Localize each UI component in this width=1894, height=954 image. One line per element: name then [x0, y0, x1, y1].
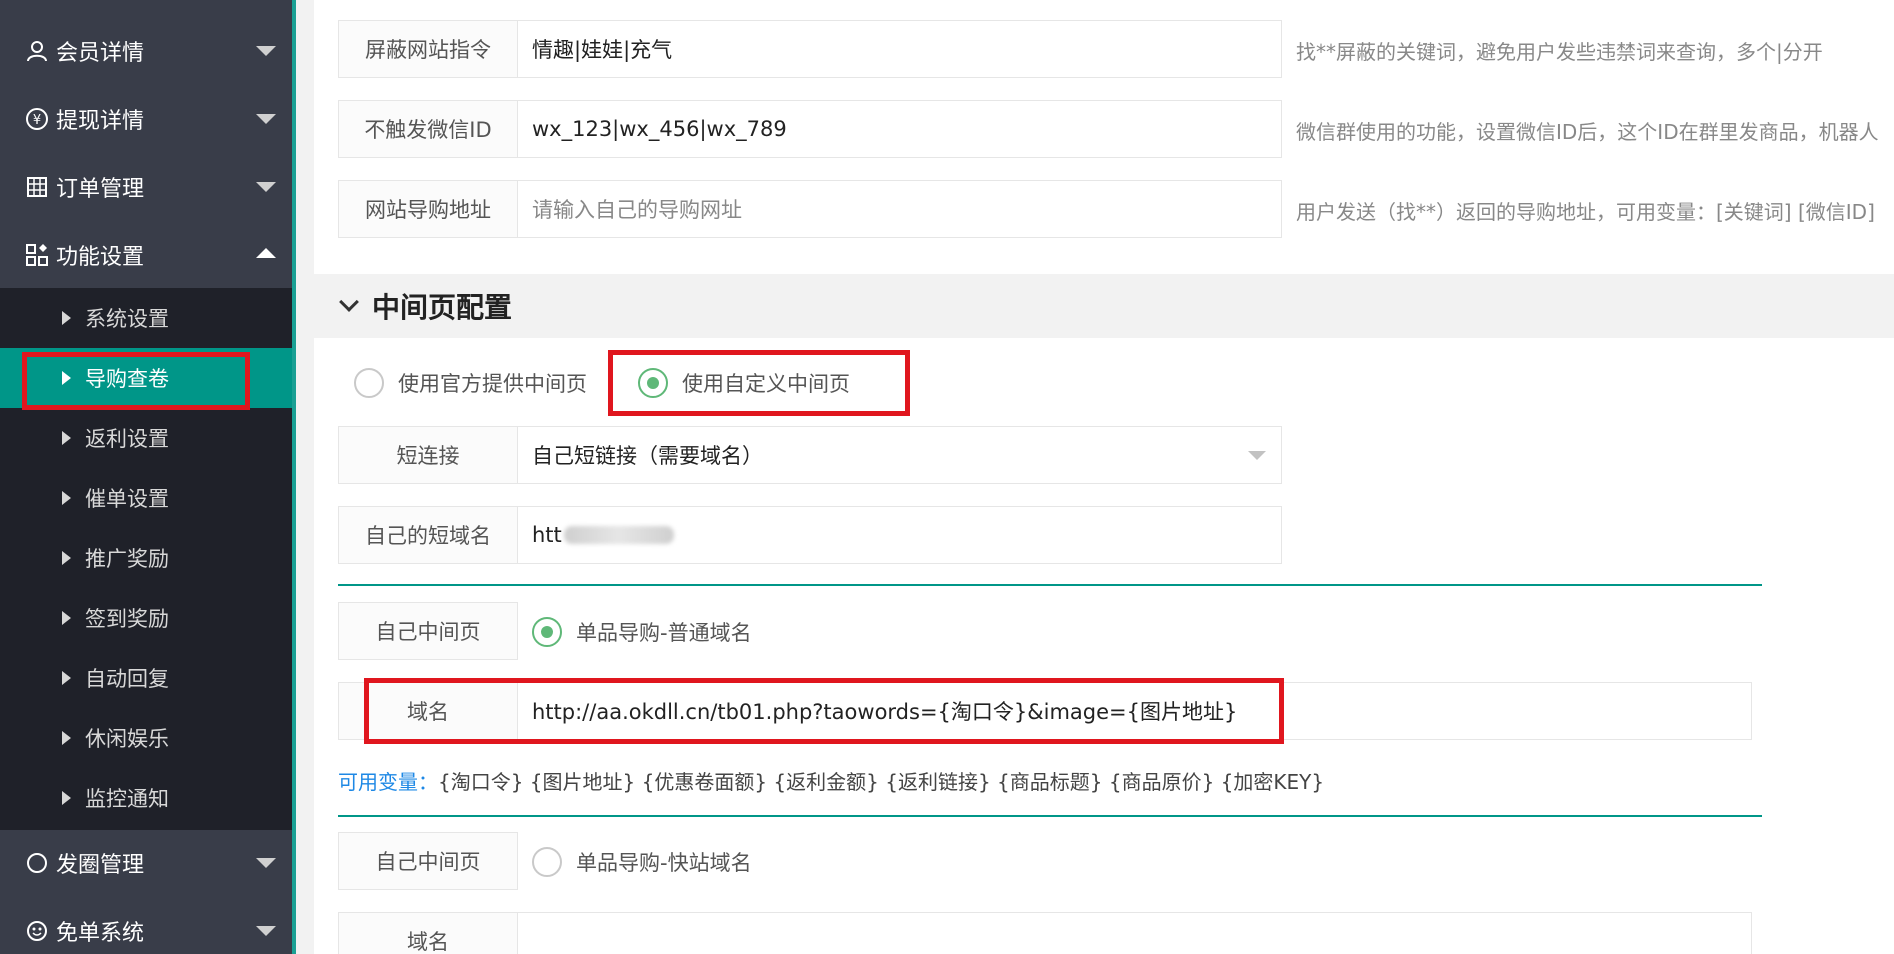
- dropdown-caret-icon: [1248, 451, 1266, 460]
- highlight-box: [608, 350, 910, 416]
- available-variables: 可用变量：{淘口令} {图片地址} {优惠卷面额} {返利金额} {返利链接} …: [338, 766, 1324, 795]
- highlight-box: [22, 352, 250, 410]
- submenu-system-settings[interactable]: 系统设置: [0, 288, 292, 348]
- nav-withdraw-details[interactable]: ¥ 提现详情: [0, 86, 292, 152]
- grid-icon: [24, 174, 50, 200]
- submenu-label: 系统设置: [85, 307, 169, 331]
- field-label: 屏蔽网站指令: [339, 21, 518, 77]
- submenu-label: 休闲娱乐: [85, 727, 169, 751]
- submenu-auto-reply[interactable]: 自动回复: [0, 648, 292, 708]
- radio-label: 使用官方提供中间页: [398, 372, 587, 396]
- nav-moments-management[interactable]: 发圈管理: [0, 830, 292, 896]
- submenu-label: 签到奖励: [85, 607, 169, 631]
- apps-icon: [24, 242, 50, 268]
- field-label: 自己的短域名: [339, 507, 518, 563]
- nav-label: 订单管理: [56, 177, 145, 202]
- submenu-monitor-notify[interactable]: 监控通知: [0, 768, 292, 828]
- submenu-promo-rewards[interactable]: 推广奖励: [0, 528, 292, 588]
- variables-list: {淘口令} {图片地址} {优惠卷面额} {返利金额} {返利链接} {商品标题…: [438, 770, 1325, 794]
- own-domain-value: htt: [532, 523, 562, 547]
- nav-free-order-system[interactable]: 免单系统: [0, 898, 292, 954]
- chevron-down-icon: [256, 46, 276, 56]
- radio-normal-domain[interactable]: 单品导购-普通域名: [532, 617, 752, 647]
- yen-icon: ¥: [24, 106, 50, 132]
- sidebar: 会员详情 ¥ 提现详情 订单管理 功能设置 系统设置 导购查卷 返利设置 催单设…: [0, 0, 296, 954]
- chevron-down-icon: [256, 858, 276, 868]
- field-hint: 找**屏蔽的关键词，避免用户发些违禁词来查询，多个|分开: [1296, 40, 1823, 64]
- radio-circle-checked: [532, 617, 562, 647]
- short-link-select[interactable]: 自己短链接（需要域名）: [518, 427, 1281, 483]
- svg-text:¥: ¥: [33, 113, 41, 128]
- block-cmd-input[interactable]: 情趣|娃娃|充气: [518, 21, 1281, 77]
- submenu-label: 监控通知: [85, 787, 169, 811]
- own-domain-row: 自己的短域名 htt: [338, 506, 1282, 564]
- guide-url-input[interactable]: 请输入自己的导购网址: [518, 181, 1281, 237]
- field-label: 自己中间页: [339, 603, 517, 659]
- caret-right-icon: [62, 311, 71, 325]
- radio-circle: [354, 368, 384, 398]
- radio-circle: [532, 847, 562, 877]
- field-hint: 用户发送（找**）返回的导购地址，可用变量：[关键词] [微信ID]: [1296, 200, 1875, 224]
- caret-right-icon: [62, 431, 71, 445]
- radio-label: 单品导购-普通域名: [576, 621, 752, 645]
- nav-label: 发圈管理: [56, 853, 145, 878]
- block-cmd-row: 屏蔽网站指令 情趣|娃娃|充气: [338, 20, 1282, 78]
- submenu-leisure[interactable]: 休闲娱乐: [0, 708, 292, 768]
- radio-kuaizhan-domain[interactable]: 单品导购-快站域名: [532, 847, 752, 877]
- chevron-down-icon: [339, 292, 359, 312]
- no-trigger-row: 不触发微信ID wx_123|wx_456|wx_789: [338, 100, 1282, 158]
- nav-label: 功能设置: [56, 245, 145, 270]
- caret-right-icon: [62, 491, 71, 505]
- caret-right-icon: [62, 671, 71, 685]
- divider: [338, 584, 1762, 586]
- submenu-reminder-settings[interactable]: 催单设置: [0, 468, 292, 528]
- short-link-row: 短连接 自己短链接（需要域名）: [338, 426, 1282, 484]
- field-label: 网站导购地址: [339, 181, 518, 237]
- submenu-label: 推广奖励: [85, 547, 169, 571]
- mid-page-2-domain-row: 域名: [338, 912, 1752, 954]
- submenu-label: 自动回复: [85, 667, 169, 691]
- nav-label: 会员详情: [56, 41, 145, 66]
- caret-right-icon: [62, 791, 71, 805]
- submenu-label: 返利设置: [85, 427, 169, 451]
- field-label: 自己中间页: [339, 833, 517, 889]
- highlight-box: [364, 678, 1284, 744]
- nav-member-details[interactable]: 会员详情: [0, 18, 292, 84]
- user-icon: [24, 38, 50, 64]
- nav-label: 提现详情: [56, 109, 145, 134]
- field-label: 域名: [339, 913, 518, 954]
- variables-prefix: 可用变量：: [338, 770, 438, 794]
- caret-right-icon: [62, 611, 71, 625]
- radio-label: 单品导购-快站域名: [576, 851, 752, 875]
- chevron-down-icon: [256, 114, 276, 124]
- field-label: 不触发微信ID: [339, 101, 518, 157]
- mid-page-2-domain-input[interactable]: [518, 913, 1751, 954]
- no-trigger-input[interactable]: wx_123|wx_456|wx_789: [518, 101, 1281, 157]
- divider: [338, 815, 1762, 817]
- submenu-label: 催单设置: [85, 487, 169, 511]
- section-title: 中间页配置: [372, 291, 513, 324]
- chevron-up-icon: [256, 248, 276, 258]
- field-label: 短连接: [339, 427, 518, 483]
- nav-label: 免单系统: [56, 921, 145, 946]
- field-hint: 微信群使用的功能，设置微信ID后，这个ID在群里发商品，机器人: [1296, 120, 1879, 144]
- circle-icon: [24, 850, 50, 876]
- nav-feature-settings[interactable]: 功能设置: [0, 222, 292, 288]
- guide-url-row: 网站导购地址 请输入自己的导购网址: [338, 180, 1282, 238]
- chevron-down-icon: [256, 926, 276, 936]
- nav-order-management[interactable]: 订单管理: [0, 154, 292, 220]
- own-domain-input[interactable]: htt: [518, 507, 1281, 563]
- chevron-down-icon: [256, 182, 276, 192]
- mid-page-2-label-row: 自己中间页: [338, 832, 518, 890]
- smile-icon: [24, 918, 50, 944]
- blurred-text: [563, 526, 674, 544]
- section-header[interactable]: 中间页配置: [314, 274, 1894, 338]
- submenu-checkin-rewards[interactable]: 签到奖励: [0, 588, 292, 648]
- caret-right-icon: [62, 731, 71, 745]
- caret-right-icon: [62, 551, 71, 565]
- radio-official-page[interactable]: 使用官方提供中间页: [354, 368, 587, 398]
- submenu-rebate-settings[interactable]: 返利设置: [0, 408, 292, 468]
- mid-page-1-label-row: 自己中间页: [338, 602, 518, 660]
